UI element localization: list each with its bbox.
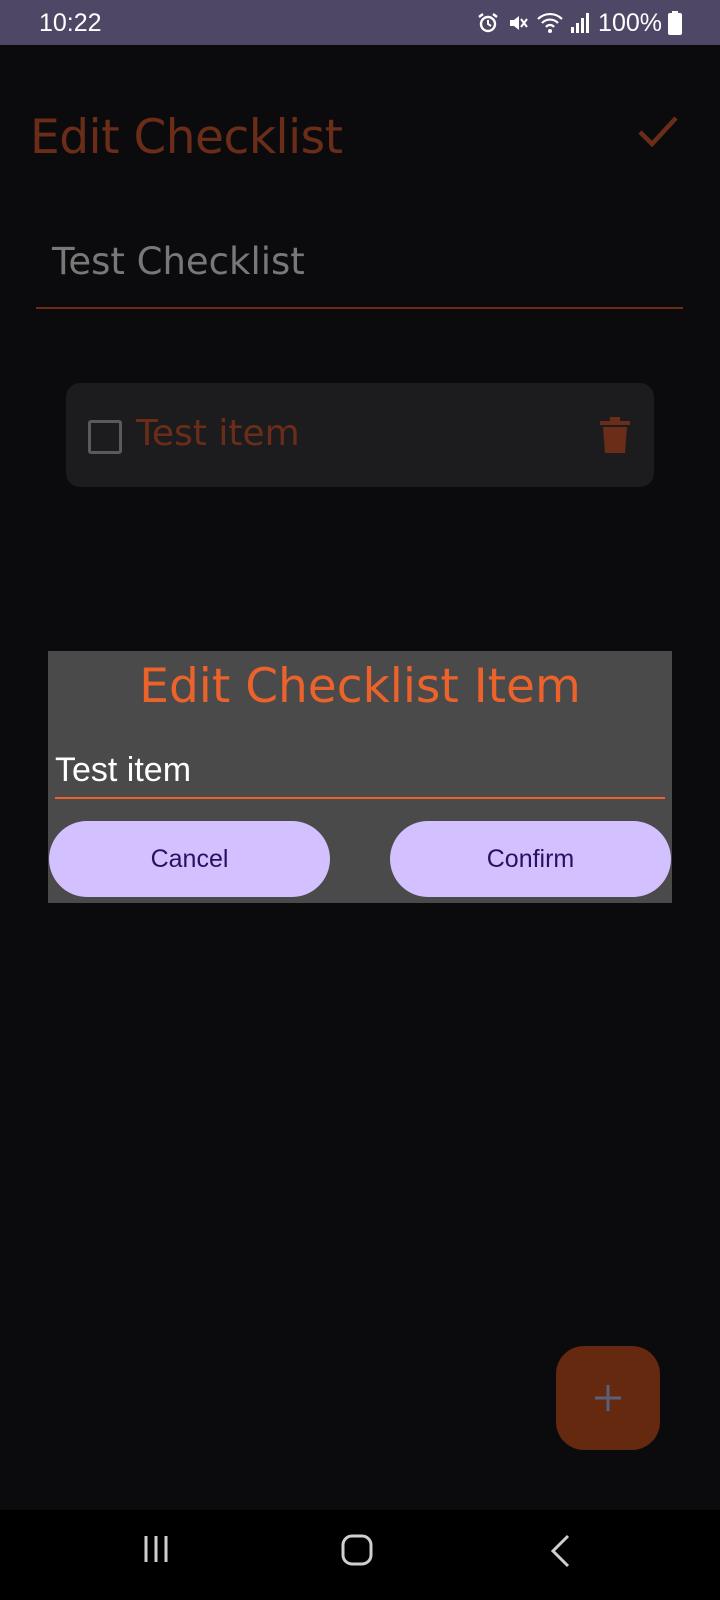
status-time: 10:22: [39, 9, 102, 37]
page-title: Edit Checklist: [30, 110, 343, 165]
mute-icon: [506, 11, 530, 35]
dialog-title: Edit Checklist Item: [139, 659, 581, 714]
trash-icon: [600, 417, 630, 457]
checklist-title-value: Test Checklist: [52, 240, 305, 283]
signal-icon: [570, 12, 590, 34]
edit-item-dialog: Edit Checklist Item Test item Cancel Con…: [48, 651, 672, 903]
home-icon: [327, 1534, 387, 1566]
battery-percentage: 100%: [598, 8, 662, 37]
status-icons: 100%: [476, 8, 682, 38]
save-checklist-button[interactable]: [636, 112, 680, 152]
list-item[interactable]: Test item: [66, 383, 654, 487]
confirm-button[interactable]: Confirm: [390, 821, 671, 897]
status-bar: 10:22 100%: [0, 0, 720, 45]
delete-item-button[interactable]: [600, 417, 630, 453]
back-icon: [530, 1534, 590, 1568]
back-button[interactable]: [530, 1534, 590, 1578]
cancel-button[interactable]: Cancel: [49, 821, 330, 897]
battery-icon: [668, 11, 682, 35]
item-label: Test item: [136, 413, 300, 454]
add-item-button[interactable]: [556, 1346, 660, 1450]
recents-button[interactable]: [127, 1534, 187, 1578]
item-checkbox[interactable]: [88, 420, 122, 454]
system-nav-bar: [0, 1510, 720, 1600]
item-name-input[interactable]: Test item: [55, 747, 665, 799]
checklist-title-field[interactable]: Test Checklist: [36, 232, 683, 309]
wifi-icon: [536, 11, 564, 35]
home-button[interactable]: [327, 1534, 387, 1578]
alarm-icon: [476, 11, 500, 35]
item-name-value: Test item: [55, 751, 192, 789]
recents-icon: [127, 1534, 187, 1564]
check-icon: [636, 116, 680, 156]
